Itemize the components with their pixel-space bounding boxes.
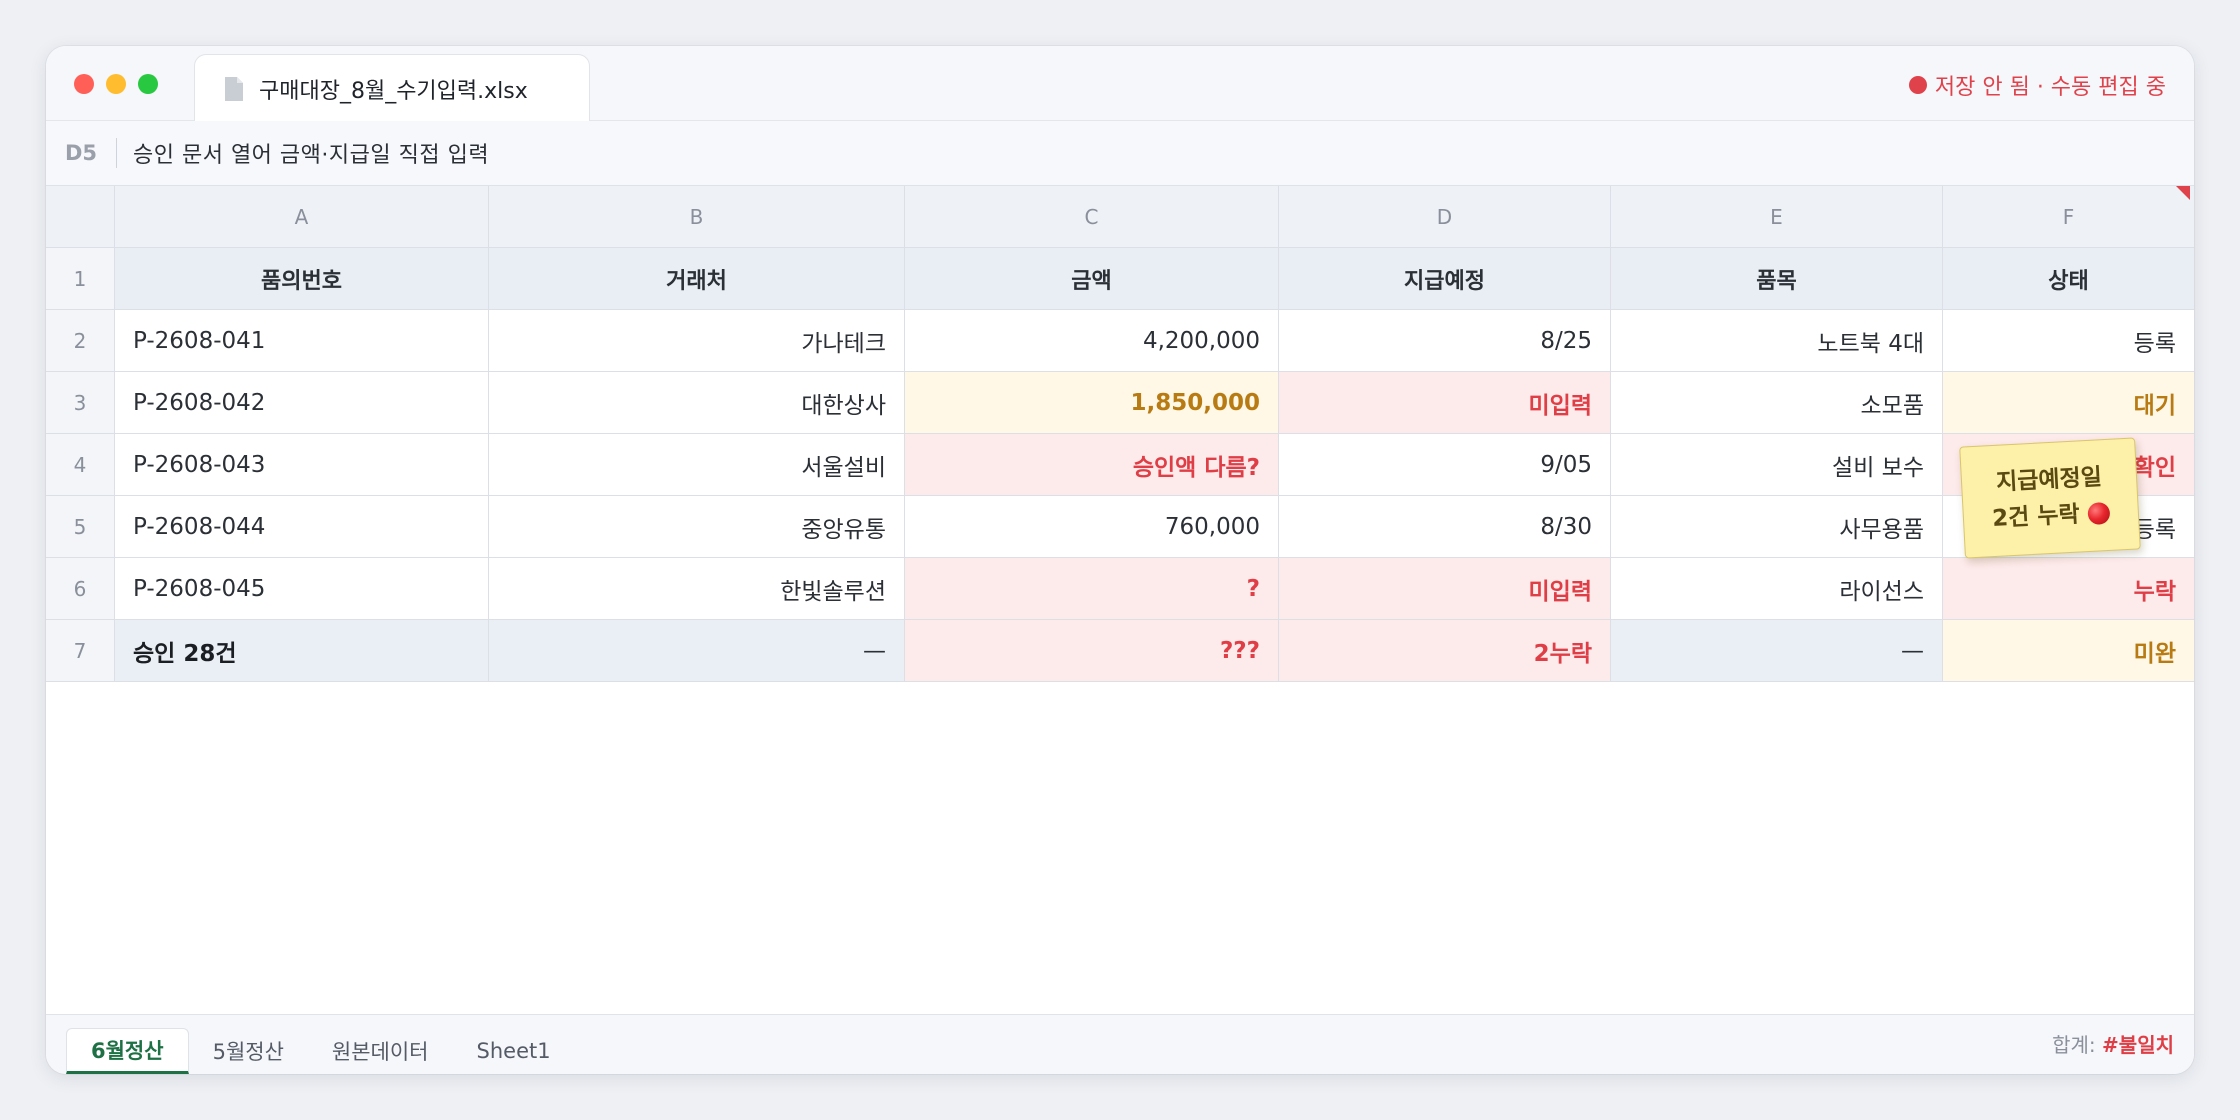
table-cell[interactable]: 2누락 bbox=[1279, 620, 1611, 681]
close-window-button[interactable] bbox=[74, 74, 94, 94]
table-cell[interactable]: 1,850,000 bbox=[905, 372, 1279, 433]
row-header[interactable]: 5 bbox=[46, 496, 115, 557]
table-cell[interactable]: 승인 28건 bbox=[115, 620, 489, 681]
unsaved-dot-icon bbox=[1908, 76, 1927, 94]
table-cell[interactable]: 미완 bbox=[1943, 620, 2194, 681]
row-header[interactable]: 1 bbox=[46, 248, 115, 309]
column-header-f[interactable]: F bbox=[1943, 186, 2194, 247]
formula-input[interactable]: 승인 문서 열어 금액·지급일 직접 입력 bbox=[133, 137, 489, 169]
table-header-cell[interactable]: 금액 bbox=[905, 248, 1279, 309]
red-pin-icon bbox=[2087, 501, 2111, 526]
table-cell[interactable]: 사무용품 bbox=[1611, 496, 1943, 557]
table-cell[interactable]: 미입력 bbox=[1279, 558, 1611, 619]
row-header[interactable]: 4 bbox=[46, 434, 115, 495]
table-cell[interactable]: 라이선스 bbox=[1611, 558, 1943, 619]
table-cell[interactable]: P-2608-042 bbox=[115, 372, 489, 433]
row-header[interactable]: 6 bbox=[46, 558, 115, 619]
sheet-tab-may[interactable]: 5월정산 bbox=[189, 1028, 308, 1074]
table-cell[interactable]: ? bbox=[905, 558, 1279, 619]
table-header-row: 1 품의번호 거래처 금액 지급예정 품목 상태 bbox=[46, 248, 2194, 310]
select-all-corner[interactable] bbox=[46, 186, 115, 247]
column-header-a[interactable]: A bbox=[115, 186, 489, 247]
column-header-d[interactable]: D bbox=[1279, 186, 1611, 247]
table-cell[interactable]: 4,200,000 bbox=[905, 310, 1279, 371]
document-icon bbox=[223, 76, 245, 102]
table-cell[interactable]: 760,000 bbox=[905, 496, 1279, 557]
table-row: 2 P-2608-041 가나테크 4,200,000 8/25 노트북 4대 … bbox=[46, 310, 2194, 372]
title-bar: 구매대장_8월_수기입력.xlsx 저장 안 됨 · 수동 편집 중 bbox=[46, 46, 2194, 122]
formula-bar: D5 승인 문서 열어 금액·지급일 직접 입력 bbox=[46, 121, 2194, 186]
table-header-cell[interactable]: 지급예정 bbox=[1279, 248, 1611, 309]
table-row: 3 P-2608-042 대한상사 1,850,000 미입력 소모품 대기 bbox=[46, 372, 2194, 434]
save-status: 저장 안 됨 · 수동 편집 중 bbox=[1908, 64, 2166, 106]
table-row: 6 P-2608-045 한빛솔루션 ? 미입력 라이선스 누락 bbox=[46, 558, 2194, 620]
sheet-tab-source-data[interactable]: 원본데이터 bbox=[308, 1028, 453, 1074]
row-header[interactable]: 7 bbox=[46, 620, 115, 681]
minimize-window-button[interactable] bbox=[106, 74, 126, 94]
column-header-b[interactable]: B bbox=[489, 186, 905, 247]
table-cell[interactable]: 대한상사 bbox=[489, 372, 905, 433]
table-cell[interactable]: ??? bbox=[905, 620, 1279, 681]
total-row: 7 승인 28건 — ??? 2누락 — 미완 bbox=[46, 620, 2194, 682]
sum-value: #불일치 bbox=[2102, 1033, 2174, 1057]
table-cell[interactable]: 노트북 4대 bbox=[1611, 310, 1943, 371]
table-cell[interactable]: 소모품 bbox=[1611, 372, 1943, 433]
table-cell[interactable]: 누락 bbox=[1943, 558, 2194, 619]
row-header[interactable]: 3 bbox=[46, 372, 115, 433]
table-cell[interactable]: P-2608-044 bbox=[115, 496, 489, 557]
save-status-label: 저장 안 됨 · 수동 편집 중 bbox=[1934, 75, 2166, 100]
table-cell[interactable]: 미입력 bbox=[1279, 372, 1611, 433]
sticky-note-line1: 지급예정일 bbox=[1995, 464, 2103, 496]
table-header-cell[interactable]: 상태 bbox=[1943, 248, 2194, 309]
status-sum: 합계: #불일치 bbox=[2052, 1029, 2174, 1058]
maximize-window-button[interactable] bbox=[138, 74, 158, 94]
table-cell[interactable]: 설비 보수 bbox=[1611, 434, 1943, 495]
formula-divider bbox=[116, 138, 117, 168]
table-cell[interactable]: 승인액 다름? bbox=[905, 434, 1279, 495]
sheet-grid: A B C D E F 1 품의번호 거래처 금액 지급예정 품목 상태 2 P… bbox=[46, 186, 2194, 682]
sticky-note[interactable]: 지급예정일 2건 누락 bbox=[1959, 437, 2141, 559]
sheet-tab-sheet1[interactable]: Sheet1 bbox=[453, 1028, 575, 1074]
file-tab-label: 구매대장_8월_수기입력.xlsx bbox=[259, 78, 528, 104]
table-cell[interactable]: 한빛솔루션 bbox=[489, 558, 905, 619]
table-cell[interactable]: P-2608-041 bbox=[115, 310, 489, 371]
column-header-f-label: F bbox=[2062, 204, 2075, 229]
table-cell[interactable]: 8/30 bbox=[1279, 496, 1611, 557]
table-cell[interactable]: 중앙유통 bbox=[489, 496, 905, 557]
column-header-c[interactable]: C bbox=[905, 186, 1279, 247]
table-row: 4 P-2608-043 서울설비 승인액 다름? 9/05 설비 보수 확인 bbox=[46, 434, 2194, 496]
table-cell[interactable]: P-2608-045 bbox=[115, 558, 489, 619]
table-row: 5 P-2608-044 중앙유통 760,000 8/30 사무용품 등록 bbox=[46, 496, 2194, 558]
table-cell[interactable]: 대기 bbox=[1943, 372, 2194, 433]
cell-reference[interactable]: D5 bbox=[46, 141, 116, 165]
sum-label: 합계: bbox=[2052, 1033, 2096, 1057]
table-header-cell[interactable]: 거래처 bbox=[489, 248, 905, 309]
table-cell[interactable]: — bbox=[1611, 620, 1943, 681]
sticky-note-line2-text: 2건 누락 bbox=[1991, 501, 2081, 533]
comment-indicator-icon bbox=[2176, 186, 2190, 200]
table-cell[interactable]: 가나테크 bbox=[489, 310, 905, 371]
sticky-note-line2: 2건 누락 bbox=[1991, 495, 2111, 537]
table-cell[interactable]: 등록 bbox=[1943, 310, 2194, 371]
table-header-cell[interactable]: 품의번호 bbox=[115, 248, 489, 309]
file-tab[interactable]: 구매대장_8월_수기입력.xlsx bbox=[194, 54, 590, 122]
sheet-tab-june[interactable]: 6월정산 bbox=[66, 1028, 189, 1074]
spreadsheet-window: 구매대장_8월_수기입력.xlsx 저장 안 됨 · 수동 편집 중 D5 승인… bbox=[46, 46, 2194, 1074]
table-cell[interactable]: — bbox=[489, 620, 905, 681]
column-header-e[interactable]: E bbox=[1611, 186, 1943, 247]
table-cell[interactable]: 9/05 bbox=[1279, 434, 1611, 495]
column-header-row: A B C D E F bbox=[46, 186, 2194, 248]
table-cell[interactable]: P-2608-043 bbox=[115, 434, 489, 495]
table-cell[interactable]: 서울설비 bbox=[489, 434, 905, 495]
row-header[interactable]: 2 bbox=[46, 310, 115, 371]
table-cell[interactable]: 8/25 bbox=[1279, 310, 1611, 371]
sheet-tab-bar: 6월정산 5월정산 원본데이터 Sheet1 합계: #불일치 bbox=[46, 1014, 2194, 1074]
table-header-cell[interactable]: 품목 bbox=[1611, 248, 1943, 309]
